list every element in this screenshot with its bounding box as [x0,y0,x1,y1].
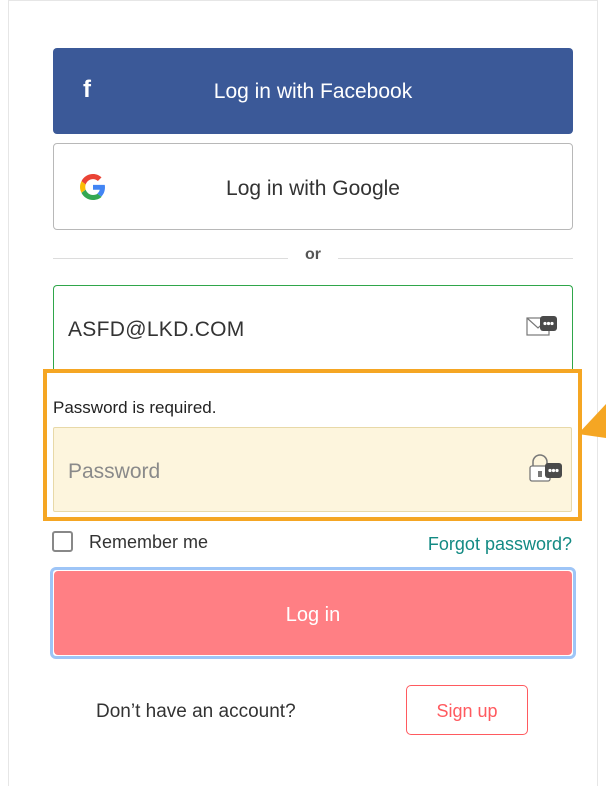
password-error-message: Password is required. [53,398,217,417]
password-field[interactable]: Password [53,427,572,512]
facebook-login-button[interactable]: f Log in with Facebook [53,48,573,134]
no-account-text: Don’t have an account? [96,701,296,722]
facebook-login-label: Log in with Facebook [213,80,413,103]
google-login-label: Log in with Google [226,177,400,200]
sign-up-button[interactable]: Sign up [406,685,528,735]
login-button[interactable]: Log in [50,567,576,659]
annotation-arrow [578,404,606,438]
lock-icon [529,454,562,482]
mail-icon [526,316,557,336]
email-value: ASFD@LKD.COM [68,318,245,341]
login-button-label: Log in [285,604,341,626]
remember-me-checkbox[interactable] [52,531,73,552]
remember-me-label: Remember me [89,532,209,552]
password-placeholder: Password [68,460,161,483]
or-text: or [288,246,338,264]
email-field[interactable]: ASFD@LKD.COM [53,285,573,373]
sign-up-label: Sign up [436,701,498,721]
forgot-password-link[interactable]: Forgot password? [428,534,572,555]
google-login-button[interactable]: Log in with Google [53,143,573,230]
